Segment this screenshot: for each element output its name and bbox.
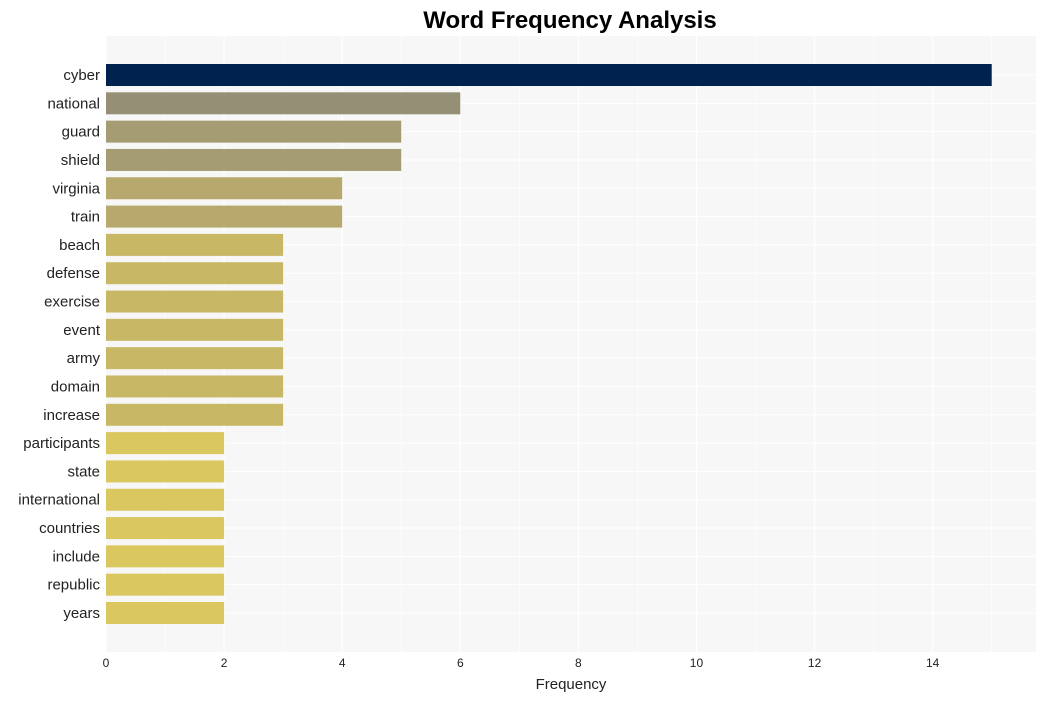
y-tick-label-participants: participants xyxy=(23,435,100,452)
x-tick-label: 2 xyxy=(221,656,228,670)
y-tick-label-defense: defense xyxy=(47,265,100,282)
bar-increase xyxy=(106,403,284,426)
y-tick-label-exercise: exercise xyxy=(44,294,100,311)
x-tick-label: 10 xyxy=(690,656,704,670)
y-tick-label-cyber: cyber xyxy=(63,67,100,84)
x-tick-label: 6 xyxy=(457,656,464,670)
x-tick-label: 14 xyxy=(926,656,940,670)
y-tick-label-shield: shield xyxy=(61,152,100,169)
y-axis-labels: cyber national guard shield virginia train bea… xyxy=(18,67,101,622)
bar-national xyxy=(106,92,461,115)
y-tick-label-army: army xyxy=(67,350,101,367)
bar-years xyxy=(106,602,225,624)
x-axis-ticks: 0 2 4 6 8 10 12 14 xyxy=(103,656,940,670)
x-tick-label: 8 xyxy=(575,656,582,670)
x-tick-label: 4 xyxy=(339,656,346,670)
y-tick-label-guard: guard xyxy=(62,124,100,141)
y-tick-label-countries: countries xyxy=(39,520,100,537)
y-tick-label-domain: domain xyxy=(51,378,100,395)
bar-train xyxy=(106,205,343,228)
y-tick-label-years: years xyxy=(63,605,100,622)
y-tick-label-international: international xyxy=(18,492,100,509)
bar-exercise xyxy=(106,290,284,313)
bar-include xyxy=(106,545,225,568)
bar-republic xyxy=(106,573,225,596)
y-tick-label-increase: increase xyxy=(43,407,100,424)
word-frequency-chart: Word Frequency Analysis cyber national gua… xyxy=(18,7,1036,693)
y-tick-label-event: event xyxy=(63,322,101,339)
bar-beach xyxy=(106,233,284,256)
bar-shield xyxy=(106,148,402,171)
bar-army xyxy=(106,347,284,370)
bar-defense xyxy=(106,262,284,285)
bar-cyber xyxy=(106,64,992,86)
bar-state xyxy=(106,460,225,483)
y-tick-label-national: national xyxy=(47,95,100,112)
y-tick-label-state: state xyxy=(67,463,100,480)
bar-virginia xyxy=(106,177,343,200)
x-tick-label: 12 xyxy=(808,656,822,670)
bar-guard xyxy=(106,120,402,143)
y-tick-label-train: train xyxy=(71,209,100,226)
y-tick-label-virginia: virginia xyxy=(52,180,100,197)
y-tick-label-include: include xyxy=(52,548,100,565)
bar-event xyxy=(106,318,284,341)
bar-domain xyxy=(106,375,284,398)
bar-countries xyxy=(106,517,225,540)
y-tick-label-beach: beach xyxy=(59,237,100,254)
x-axis-label: Frequency xyxy=(536,676,607,693)
bar-participants xyxy=(106,432,225,455)
y-tick-label-republic: republic xyxy=(47,577,100,594)
x-tick-label: 0 xyxy=(103,656,110,670)
bar-international xyxy=(106,488,225,511)
chart-title: Word Frequency Analysis xyxy=(423,7,716,34)
